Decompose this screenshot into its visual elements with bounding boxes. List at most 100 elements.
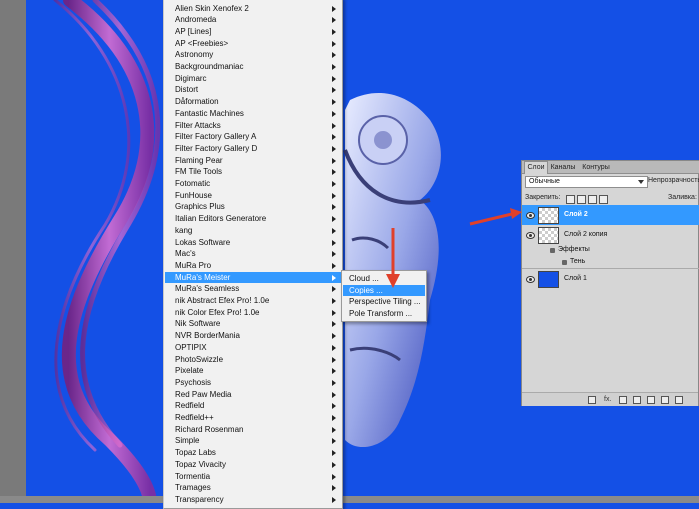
layer-name: Слой 2 <box>564 211 588 218</box>
lock-transparency-icon[interactable] <box>566 195 575 204</box>
filter-menu-item[interactable]: Pixelate <box>165 365 341 377</box>
filter-menu-item[interactable]: Simple <box>165 435 341 447</box>
arrow-to-layer-icon <box>469 208 522 226</box>
filter-menu-item[interactable]: Redfield++ <box>165 412 341 424</box>
submenu-arrow-icon <box>332 379 336 386</box>
filter-menu-item[interactable]: Backgroundmaniac <box>165 61 341 73</box>
fill-label: Заливка: <box>668 194 697 201</box>
filter-menu-item-label: Backgroundmaniac <box>175 62 244 71</box>
filter-menu-item[interactable]: Distort <box>165 84 341 96</box>
filter-menu-item[interactable]: Fotomatic <box>165 178 341 190</box>
filter-menu-item[interactable]: FunHouse <box>165 190 341 202</box>
filter-menu-item[interactable]: Italian Editors Generatore <box>165 213 341 225</box>
submenu-arrow-icon <box>332 298 336 304</box>
submenu-arrow-icon <box>332 333 336 340</box>
eye-icon[interactable] <box>526 212 535 219</box>
add-mask-icon[interactable] <box>619 396 627 404</box>
filter-menu-item[interactable]: MuRa Pro <box>165 260 341 272</box>
link-layers-icon[interactable] <box>588 396 596 404</box>
shadow-label: Тень <box>570 258 586 265</box>
filter-menu-item[interactable]: nik Abstract Efex Pro! 1.0e <box>165 295 341 307</box>
filter-menu-item-label: Psychosis <box>175 377 212 387</box>
filter-menu-item[interactable]: OPTIPIX <box>165 342 341 354</box>
filter-menu-item[interactable]: NVR BorderMania <box>165 330 341 342</box>
filter-menu-item[interactable]: Topaz Labs <box>165 447 341 459</box>
filter-menu-item[interactable]: kang <box>165 225 341 237</box>
layer-row-sloy-2[interactable]: Слой 2 <box>522 205 699 225</box>
submenu-arrow-icon <box>332 286 336 293</box>
layer-row-sloy-2-copy[interactable]: Слой 2 копия <box>522 225 699 245</box>
submenu-arrow-icon <box>332 403 336 410</box>
lock-all-icon[interactable] <box>599 195 608 204</box>
blend-mode-select[interactable]: Обычные <box>525 176 648 188</box>
arrow-to-layer-shaft <box>469 212 513 226</box>
layers-panel-tabs: Слои Каналы Контуры <box>522 161 699 174</box>
submenu-item-label: Perspective Tiling ... <box>349 297 421 307</box>
filter-menu-item[interactable]: Filter Factory Gallery D <box>165 143 341 155</box>
filter-menu-item[interactable]: Nik Software <box>165 318 341 330</box>
fx-button[interactable]: fx. <box>604 396 611 404</box>
eye-icon[interactable] <box>526 232 535 239</box>
new-layer-icon[interactable] <box>661 396 669 404</box>
filter-menu-item[interactable]: PhotoSwizzle <box>165 354 341 366</box>
purple-ribbon <box>53 0 161 503</box>
submenu-arrow-icon <box>332 239 336 246</box>
filter-menu-item[interactable]: Topaz Vivacity <box>165 459 341 471</box>
adjustment-layer-icon[interactable] <box>633 396 641 404</box>
filter-menu-item-label: Pixelate <box>175 366 204 376</box>
submenu-item[interactable]: Perspective Tiling ... <box>343 296 425 308</box>
filter-menu-item-label: Astronomy <box>175 50 214 60</box>
filter-menu-item[interactable]: Richard Rosenman <box>165 424 341 436</box>
submenu-arrow-icon <box>332 17 336 24</box>
submenu-arrow-icon <box>332 415 336 421</box>
filter-menu-item[interactable]: Transparency <box>165 494 341 506</box>
filter-menu-item[interactable]: Filter Factory Gallery A <box>165 131 341 143</box>
new-group-icon[interactable] <box>647 396 655 404</box>
filter-menu-item-label: MuRa's Meister <box>175 272 231 282</box>
trash-icon[interactable] <box>675 396 683 404</box>
filter-menu-item[interactable]: Alien Skin Xenofex 2 <box>165 3 341 15</box>
layer-thumbnail <box>538 227 559 244</box>
tab-paths[interactable]: Контуры <box>580 162 612 173</box>
filter-menu-item[interactable]: MuRa's Seamless <box>165 283 341 295</box>
filter-menu-item[interactable]: Mac's <box>165 248 341 260</box>
submenu-item[interactable]: Pole Transform ... <box>343 308 425 320</box>
filter-menu-item[interactable]: Tormentia <box>165 471 341 483</box>
opacity-label: Непрозрачность: <box>648 177 699 184</box>
lock-pixels-icon[interactable] <box>577 195 586 204</box>
lock-position-icon[interactable] <box>588 195 597 204</box>
filter-menu-item[interactable]: Lokas Software <box>165 237 341 249</box>
filter-menu-item[interactable]: Filter Attacks <box>165 120 341 132</box>
filter-menu-item[interactable]: Flaming Pear <box>165 155 341 167</box>
chevron-down-icon <box>638 180 644 184</box>
filter-menu-item[interactable]: AP [Lines] <box>165 26 341 38</box>
arrow-to-copies-head <box>386 274 400 288</box>
filter-menu-item-label: Fotomatic <box>175 179 211 188</box>
filter-menu-item[interactable]: Digimarc <box>165 73 341 85</box>
filter-menu-item[interactable]: Astronomy <box>165 49 341 61</box>
filter-menu-item[interactable]: Tramages <box>165 482 341 494</box>
eye-icon[interactable] <box>526 276 535 283</box>
filter-menu-item[interactable]: MuRa's Meister <box>165 271 341 284</box>
tab-channels[interactable]: Каналы <box>548 162 578 173</box>
filter-menu-item-label: Nik Software <box>175 319 221 329</box>
layer-name: Слой 2 копия <box>564 231 608 238</box>
layer-row-sloy-1[interactable]: Слой 1 <box>522 268 699 289</box>
filter-menu-item[interactable]: Graphics Plus <box>165 201 341 213</box>
tab-layers[interactable]: Слои <box>524 161 548 174</box>
filter-menu-item[interactable]: FM Tile Tools <box>165 166 341 178</box>
filter-menu-item[interactable]: Redfield <box>165 400 341 412</box>
filter-menu-item-label: Graphics Plus <box>175 202 225 212</box>
filter-menu-item[interactable]: nik Color Efex Pro! 1.0e <box>165 307 341 319</box>
filter-menu-item[interactable]: Andromeda <box>165 14 341 26</box>
filter-menu-item[interactable]: Red Paw Media <box>165 389 341 401</box>
filter-menu-item-label: FM Tile Tools <box>175 167 222 177</box>
filter-menu-item[interactable]: AP <Freebies> <box>165 38 341 50</box>
filter-menu-item[interactable]: Psychosis <box>165 377 341 389</box>
filter-menu-item[interactable]: Dåformation <box>165 96 341 108</box>
submenu-arrow-icon <box>332 204 336 211</box>
filter-menu-item-label: AP [Lines] <box>175 26 212 36</box>
filter-menu-item-label: Fantastic Machines <box>175 108 244 118</box>
effects-row[interactable]: Эффекты <box>522 245 699 257</box>
filter-menu-item[interactable]: Fantastic Machines <box>165 108 341 120</box>
